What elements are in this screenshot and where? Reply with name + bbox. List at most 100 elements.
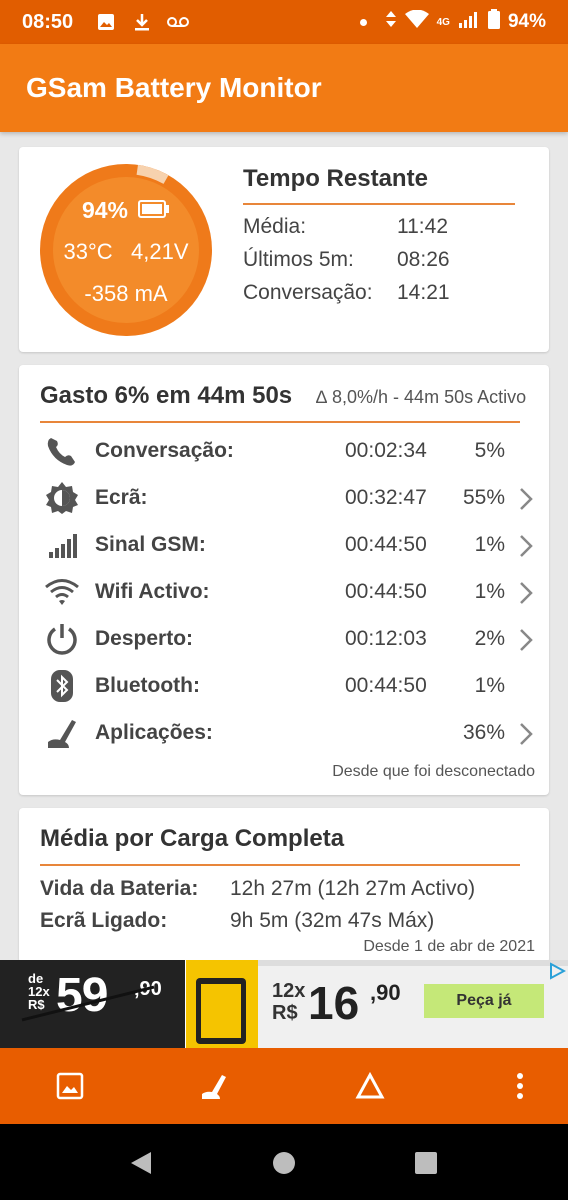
wifi-status-icon	[404, 9, 429, 34]
gauge-app-icon	[43, 715, 81, 751]
usage-percent: 1%	[474, 580, 505, 603]
usage-label: Conversação:	[95, 439, 234, 462]
usage-time: 00:44:50	[345, 533, 427, 556]
battery-status-icon	[487, 9, 500, 35]
ad-old-price: 59	[56, 969, 108, 1022]
ad-product-image	[186, 960, 258, 1048]
usage-row-conversation: Conversação: 00:02:34 5%	[19, 429, 549, 473]
chevron-right-icon	[520, 488, 533, 510]
gauge-percent: 94%	[81, 197, 129, 223]
download-icon	[131, 11, 153, 33]
usage-percent: 55%	[462, 486, 505, 509]
voicemail-icon	[167, 11, 190, 33]
bluetooth-icon	[43, 668, 81, 704]
usage-label: Desperto:	[95, 627, 194, 650]
tr-label-avg: Média:	[243, 215, 307, 238]
usage-label: Bluetooth:	[95, 674, 200, 697]
time-remaining-title: Tempo Restante	[243, 165, 428, 192]
chevron-right-icon	[520, 629, 533, 651]
data-arrows-icon	[385, 10, 397, 34]
tr-label-last5m: Últimos 5m:	[243, 248, 354, 271]
full-charge-title: Média por Carga Completa	[40, 825, 345, 852]
tr-value-last5m: 08:26	[397, 248, 450, 271]
usage-row-wifi[interactable]: Wifi Activo: 00:44:50 1%	[19, 570, 549, 614]
usage-label: Aplicações:	[95, 721, 213, 744]
usage-percent: 36%	[462, 721, 505, 744]
gauge-voltage: 4,21V	[131, 239, 189, 264]
usage-row-screen[interactable]: Ecrã: 00:32:47 55%	[19, 476, 549, 520]
usage-time: 00:44:50	[345, 674, 427, 697]
battery-summary-card[interactable]: 94% 33°C 4,21V -358 mA Tempo Restante Mé…	[19, 147, 549, 352]
home-icon[interactable]	[271, 1150, 297, 1176]
usage-subtitle: ∆ 8,0%/h - 44m 50s Activo	[316, 387, 527, 407]
usage-row-gsm[interactable]: Sinal GSM: 00:44:50 1%	[19, 523, 549, 567]
usage-row-apps[interactable]: Aplicações: 36%	[19, 711, 549, 755]
ad-old-price-panel: de 12x R$ 59 ,90	[0, 960, 185, 1048]
bottom-toolbar	[0, 1048, 568, 1124]
title-underline	[40, 421, 520, 423]
app-title: GSam Battery Monitor	[26, 72, 322, 103]
signal-icon	[43, 527, 81, 563]
usage-percent: 1%	[474, 674, 505, 697]
usage-time: 00:12:03	[345, 627, 427, 650]
status-time: 08:50	[22, 10, 74, 33]
ad-banner[interactable]: de 12x R$ 59 ,90 12x R$ 16 ,90 Peça já	[0, 960, 568, 1048]
usage-row-bluetooth: Bluetooth: 00:44:50 1%	[19, 664, 549, 708]
usage-label: Sinal GSM:	[95, 533, 206, 556]
dot-icon	[359, 18, 367, 26]
title-underline	[243, 203, 515, 205]
gauge-current: -358 mA	[84, 281, 168, 306]
system-nav-bar	[0, 1124, 568, 1200]
usage-percent: 1%	[474, 533, 505, 556]
ad-cta-button[interactable]: Peça já	[424, 984, 544, 1018]
fc-label-screen-on: Ecrã Ligado:	[40, 909, 168, 932]
usage-footer: Desde que foi desconectado	[332, 763, 535, 780]
usage-title: Gasto 6% em 44m 50s	[40, 382, 293, 409]
chevron-right-icon	[520, 535, 533, 557]
usage-time: 00:32:47	[345, 486, 427, 509]
fc-label-battery-life: Vida da Bateria:	[40, 877, 199, 900]
full-charge-footer: Desde 1 de abr de 2021	[363, 938, 535, 955]
tr-label-talk: Conversação:	[243, 281, 373, 304]
brightness-icon	[43, 480, 81, 516]
delta-icon[interactable]	[352, 1068, 388, 1104]
usage-card: Gasto 6% em 44m 50s ∆ 8,0%/h - 44m 50s A…	[19, 365, 549, 795]
usage-percent: 5%	[474, 439, 505, 462]
ad-old-prefix: de 12x R$	[28, 971, 50, 1012]
phone-icon	[43, 433, 81, 469]
usage-label: Ecrã:	[95, 486, 148, 509]
usage-label: Wifi Activo:	[95, 580, 210, 603]
ad-price: 16	[308, 977, 360, 1029]
ad-cents: ,90	[370, 980, 401, 1005]
network-type: 4G	[436, 16, 450, 28]
fc-value-screen-on: 9h 5m (32m 47s Máx)	[230, 909, 435, 932]
tr-value-avg: 11:42	[397, 215, 448, 238]
recents-icon[interactable]	[413, 1150, 439, 1176]
image-icon	[95, 11, 117, 33]
cell-signal-icon	[458, 10, 480, 34]
wifi-icon	[43, 574, 81, 610]
battery-icon	[138, 197, 170, 224]
ad-choices-icon[interactable]	[548, 962, 566, 980]
gauge-readout: 94% 33°C 4,21V -358 mA	[39, 163, 213, 337]
full-charge-card: Média por Carga Completa Vida da Bateria…	[19, 808, 549, 963]
fc-value-battery-life: 12h 27m (12h 27m Activo)	[230, 877, 476, 900]
chevron-right-icon	[520, 582, 533, 604]
gauge-temperature: 33°C	[63, 239, 113, 264]
chevron-right-icon	[520, 723, 533, 745]
power-icon	[43, 621, 81, 657]
usage-percent: 2%	[474, 627, 505, 650]
usage-time: 00:44:50	[345, 580, 427, 603]
tr-value-talk: 14:21	[397, 281, 450, 304]
more-vert-icon[interactable]	[502, 1068, 538, 1104]
usage-time: 00:02:34	[345, 439, 427, 462]
title-underline	[40, 864, 520, 866]
app-bar: GSam Battery Monitor	[0, 44, 568, 132]
image-icon[interactable]	[52, 1068, 88, 1104]
battery-percent: 94%	[507, 11, 546, 32]
ad-installments: 12x R$	[272, 980, 306, 1024]
usage-row-awake[interactable]: Desperto: 00:12:03 2%	[19, 617, 549, 661]
gauge-icon[interactable]	[196, 1068, 232, 1104]
back-icon[interactable]	[128, 1150, 154, 1176]
status-bar: 08:50 4G 94%	[0, 0, 568, 44]
